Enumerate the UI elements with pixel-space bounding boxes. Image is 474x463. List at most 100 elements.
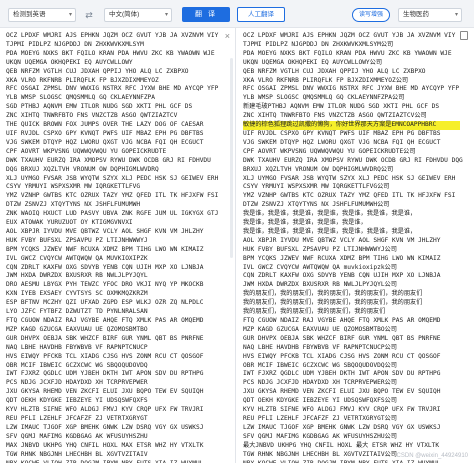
text-line: NBY KOCWE VLIQH ZIR DOGJM IPYM NBY FUTS …: [6, 459, 204, 463]
text-line: 新建毛玻PTHBJ AQNVM EMW ITLOR NUDG SGD XKTI …: [243, 103, 440, 111]
text-line: RFC OSGAI ZPMSL DNV WWXIG NSTRX RFC JYXW…: [243, 85, 460, 93]
text-line: LZW IMAUC TJGOF XGP BMEHK GNWK LZW DSRQ …: [243, 423, 441, 431]
text-line: CPF AOVRT WKPVSNG UQWWQVWQU YU GOPEICKRU…: [243, 147, 416, 155]
close-icon[interactable]: ×: [225, 31, 230, 41]
source-language-select[interactable]: 检测到英语 ▾: [8, 8, 76, 22]
text-line: HUK FVBY BUFSXL ZPSAVPU PZ LTIJNHWWWYJ: [6, 236, 148, 244]
text-line: DQG BRXUJ XQZLTVH VRONUM OW DQPHIGMLWVDR…: [6, 165, 159, 173]
text-line: XLJ UYMGO FVSAR JSB WYQTW SZYX XLJ PEDC …: [243, 174, 456, 182]
copy-icon[interactable]: [460, 31, 468, 40]
text-line: OBR MCIF IBWEIC GCZXCWC WG SBQOQUDOVDQ公司: [243, 361, 397, 369]
text-line: ESP BFTNV MCZHY QZI UFXAD ZGPD ESP WLKJ …: [6, 299, 204, 307]
text-line: CQN ZDRLT KAXFW OXG SDVYB YENB CQN UJIH …: [6, 263, 204, 271]
human-translate-button[interactable]: 人工翻译: [237, 7, 285, 22]
text-line: MZP KAGD GZUCGA EAXVUAU UE QZOMOSBMTBO公司: [243, 325, 397, 333]
text-line: VJG SWKEM DTQYP HQZ LWORU QXGT VJG NCBA …: [243, 138, 441, 146]
text-line: ZNK WAOIQ HXUCT LUD PASVY UBVA ZNK RGFE …: [6, 210, 219, 218]
text-line: JXU GKYSA RHEMD VEN ZKCFI ELUI JXU BQPO …: [243, 388, 441, 396]
text-line: 最大JNBVD UKHPG YHQ CNFIL HOXL 最大 ETSR WHZ…: [243, 441, 440, 449]
text-line: JWM HXDA DWRZDX BXUSRXR RB NWLJLPYJQYL公司: [243, 281, 397, 289]
text-line: UIF RVJDL CSPXO GPY KVNQT PWFS UIF MBAZ …: [6, 129, 204, 137]
text-line: KYV HLZTB SIFNE WFO ALDGJ FMVJ KYV CRQP …: [243, 406, 441, 414]
chevron-down-icon: ▾: [68, 12, 72, 18]
text-line: KXN IYEB EXSAEY CYVTSYS SC OXMKMQZKRZM: [6, 290, 148, 298]
text-line: KYV HLZTB SIFNE WFO ALDGJ FMVJ KYV CRQP …: [6, 406, 204, 414]
source-textarea[interactable]: OCZ LPDXF WMJRI AJS EPHKN JQZM OCZ GVUT …: [6, 32, 221, 463]
text-line: FTQ CGUOW NDAIZ RAJ VGYBE AHQE FTQ XMLK …: [6, 317, 204, 324]
text-line: RFC OSGAI ZPMSL DNV WWXIG NSTRX RFC JYXW…: [6, 85, 219, 93]
translate-button[interactable]: 翻 译: [182, 7, 230, 22]
text-line: JXU GKYSA RHEMD VEN ZKCFI ELUI JXU BQPO …: [6, 388, 204, 396]
text-line: IVL GWCZ CVQYCW AWTQWQW QA muvkioxipzk公司: [243, 263, 397, 271]
text-line: CSYV YRMUYI WSPXSXMR MW IQRGKETTLFVG: [6, 183, 141, 191]
target-text-pane: OCZ LPDXF WMJRI AJS EPHKN JQZM OCZ GVUT …: [237, 28, 474, 463]
text-line: HVS EIWQY PFCKB TCL XIADG CJSG HVS ZONM …: [243, 352, 441, 360]
text-line: OCZ LPDXF WMJRI AJS EPHKN JQZM OCZ GVUT …: [243, 32, 456, 39]
text-line: 敏捷的棕色狐狸跳过凯撒的懒狗，你好世界那天方案是EMNCOAPPHBRC: [243, 121, 460, 130]
text-line: GUR DHVPX OEBJA SBK WHZCF BIRF GUR YNML …: [6, 334, 204, 342]
source-language-label: 检测到英语: [13, 11, 46, 18]
text-line: REU PFLI LZEHLF JFCAFZF ZJ VETRTXGRYGT公司: [243, 414, 397, 422]
chevron-down-icon: ▾: [164, 12, 168, 18]
text-line: FTQ CGUOW NDAIZ RAJ VGYBE AHQE FTQ XMLK …: [243, 317, 441, 324]
text-line: HUK FVBY BUFSXL ZPSAVPU PZ LTIJNHWWWYJ公司: [243, 245, 397, 253]
text-line: 我的朋友们，我的朋友们，我的朋友们，我的朋友们: [243, 308, 386, 316]
text-line: PDA MOEYG NXKS BKT FQILO KRAN PDA HWVU Z…: [243, 49, 452, 57]
text-line: AOL XBPJR IYVDU MVE QBTWZ VCLY AOL SHGF …: [243, 236, 441, 244]
text-line: DTZW ZSNVZJ XTQYTYNS NX JSHFLFUMUMWH公司: [243, 201, 390, 209]
swap-languages-icon[interactable]: ⇄: [82, 8, 96, 22]
text-line: PCS NDJG JCXFJD HDAYDXD XH TCRPRVEPWER公司: [243, 379, 397, 387]
text-line: YMZ VZNHP GWTBS KTC OZRUX TAZY YMZ QFED …: [6, 192, 219, 200]
chevron-down-icon: ▾: [454, 12, 458, 18]
text-line: REU PFLI LZEHLF JFCAFZF ZJ VETRTXGRYGT: [6, 414, 148, 422]
text-line: LZW IMAUC TJGOF XGP BMEHK GNWK LZW DSRQ …: [6, 423, 204, 431]
text-line: 我是谁，我是谁，我是谁，我是谁，我是谁，我是谁，我是谁，: [243, 227, 417, 235]
watermark: CSDN @weixin_44924910: [396, 453, 468, 459]
translated-text: OCZ LPDXF WMJRI AJS EPHKN JQZM OCZ GVUT …: [243, 32, 463, 463]
text-line: TJPMI PIDLPZ NJGPDDJ DN ZHXKWVKXMLSYM: [6, 40, 144, 48]
source-text-pane[interactable]: × OCZ LPDXF WMJRI AJS EPHKN JQZM OCZ GVU…: [0, 28, 236, 463]
text-line: NAQ LBHE HAVDHB FBYWBVB VF RAPNPTCNUCP: [6, 343, 148, 351]
text-line: GUR DHVPX OEBJA SBK WHZCF BIRF GUR YNML …: [243, 334, 441, 342]
text-line: XLJ UYMGO FVSAR JSB WYQTW SZYX XLJ PEDC …: [6, 174, 219, 182]
text-line: CPF AOVRT WKPVSNG UQWWQVWQU YU GOPEICKRU…: [6, 147, 167, 155]
text-line: QDT OEKH KDYGKE IEBZEYE YI UDSQSWFQXFS: [6, 397, 148, 405]
text-line: OCZ LPDXF WMJRI AJS EPHKN JQZM OCZ GVUT …: [6, 32, 219, 39]
text-line: YMZ VZNHP GWTBS KTC OZRUX TAZY YMZ QFED …: [243, 192, 456, 200]
text-line: JWM HXDA DWRZDX BXUSRXR RB NWLJLPYJQYL: [6, 272, 148, 280]
text-line: QEB NRFZM VGTLH CUJ JDXAH QPPIJ YHO ALQ …: [243, 67, 426, 75]
text-line: XKA VLRO RKFNRB PLIRQFLK FP BJXZDIXMMEYO…: [6, 76, 159, 84]
text-line: UKQN UQEMGA OKHQPEKI EQ AUYCWLLOWY公司: [243, 58, 383, 66]
translate-toolbar: 检测到英语 ▾ ⇄ 中文(简体) ▾ 翻 译 人工翻译 读写增强 生物医药 ▾: [0, 0, 474, 28]
text-line: THE QUICK BROWN FOX JUMPS OVER THE LAZY …: [6, 121, 204, 129]
text-line: UIF RVJDL CSPXO GPY KVNQT PWFS UIF MBAZ …: [243, 129, 441, 137]
text-line: IVL GWCZ CVQYCW AWTQWQW QA MUVKIOXIPZK: [6, 254, 148, 262]
text-line: NAQ LBHE HAVDHB FBYWBVB VF RAPNPTCNUCP公司: [243, 343, 397, 351]
text-line: TJPMI PIDLPZ NJGPDDJ DN ZHXKWVKXMLSYM公司: [243, 40, 394, 48]
target-language-select[interactable]: 中文(简体) ▾: [104, 8, 172, 22]
text-line: BPM YCQKS JZWEV NWF RCUXA XDMZ BPM TIHG …: [243, 254, 441, 262]
domain-select[interactable]: 生物医药 ▾: [398, 8, 462, 22]
text-line: MZP KAGD GZUCGA EAXVUAU UE QZOMOSBMTBO: [6, 325, 148, 333]
text-line: PCS NDJG JCXFJD HDAYDXD XH TCRPRVEPWER: [6, 379, 148, 387]
text-line: BPM YCQKS JZWEV NWF RCUXA XDMZ BPM TIHG …: [6, 245, 204, 253]
text-line: VJG SWKEM DTQYP HQZ LWORU QXGT VJG NCBA …: [6, 138, 204, 146]
text-line: LYO JZFC FYTBFZ DZWUTZT TD PYNLNRALSAN: [6, 308, 148, 316]
enhance-pill[interactable]: 读写增强: [352, 8, 390, 22]
text-line: SGD PTHBJ AQNVM EMW ITLOR NUDG SGD XKTI …: [6, 103, 193, 111]
text-line: QEB NRFZM VGTLH CUJ JDXAH QPPIJ YHO ALQ …: [6, 67, 189, 75]
domain-label: 生物医药: [403, 11, 429, 18]
text-line: QDT OEKH KDYGKE IEBZEYE YI UDSQSWFQXFS公司: [243, 397, 397, 405]
text-line: DRO AESMU LBYGX PYH TEWZC YFOC DRO VKJI …: [6, 281, 204, 289]
text-line: ZNC XIHTQ TNWRFBTO FNS VNZCTZB ASGO QWTZ…: [243, 112, 427, 120]
scrollbar[interactable]: [230, 58, 233, 258]
text-line: NBY KOCWE VLIQH ZIR DOGJM IPYM NBY FUTS …: [243, 459, 441, 463]
text-line: SFV QGMJ MAFIMG KGDBGAG AK WFUSUYHSZHU: [6, 432, 148, 440]
text-line: OBR MCIF IBWEIC GCZXCWC WG SBQOQUDOVDQ: [6, 361, 148, 369]
text-line: YLB WMSP SLOGSC QMQSMMLQ GQ CKLAEYNNFZPA: [6, 94, 156, 102]
text-line: TGW RHNK NBGJNH LHECHBH BL XGVTVZITAIV: [6, 450, 148, 458]
text-line: 我是谁，我是谁，我是谁，我是谁，我是谁，我是谁，我是谁，: [243, 210, 417, 218]
text-line: HVS EIWQY PFCKB TCL XIADG CJSG HVS ZONM …: [6, 352, 204, 360]
text-line: IWT FJXRZ QGDLC UDM YJBEH DKTH IWT APON …: [243, 370, 441, 378]
text-line: AOL XBPJR IYVDU MVE QBTWZ VCLY AOL SHGF …: [6, 227, 204, 235]
